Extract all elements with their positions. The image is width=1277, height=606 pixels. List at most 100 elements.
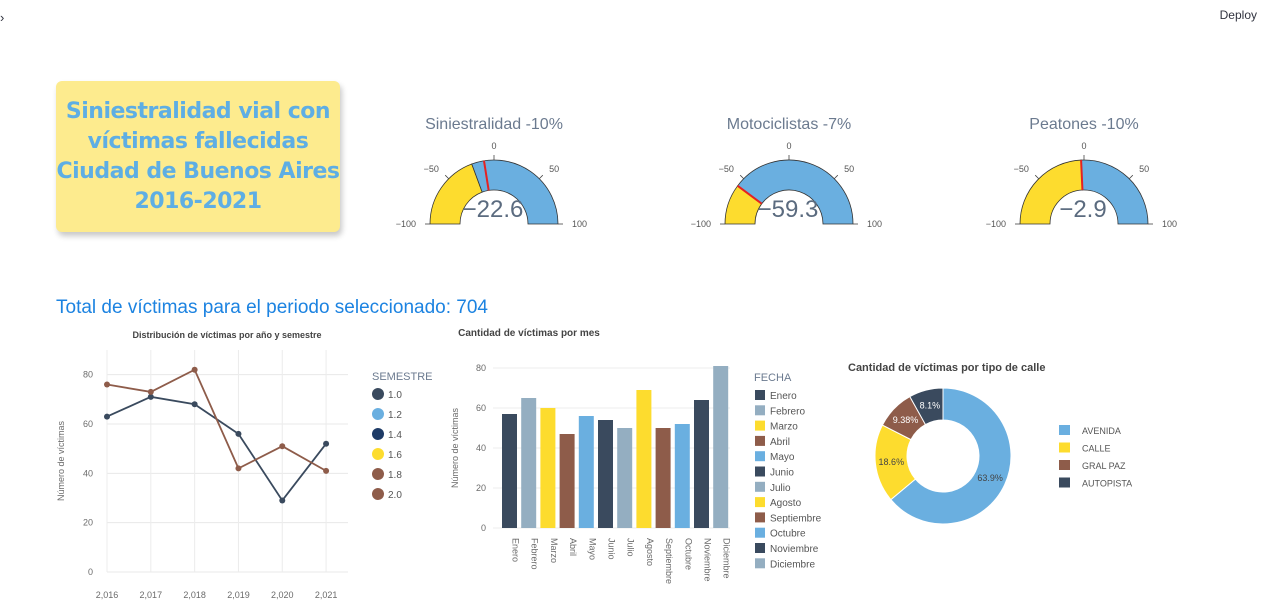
line-point xyxy=(235,465,242,472)
legend-label: Diciembre xyxy=(770,559,815,570)
legend-label: 1.8 xyxy=(388,470,402,481)
gauge-tick-label: −50 xyxy=(1014,164,1029,174)
line-point xyxy=(279,497,286,504)
gauge-tick-label: 100 xyxy=(572,219,587,229)
y-axis-label: Número de víctimas xyxy=(56,420,66,501)
legend-label: Febrero xyxy=(770,406,805,417)
legend-marker xyxy=(372,448,384,460)
x-tick-label: Mayo xyxy=(587,538,597,560)
legend-label: Abril xyxy=(770,437,790,448)
legend-marker xyxy=(1059,460,1070,470)
gauge-value: −2.9 xyxy=(1059,196,1107,223)
bar xyxy=(713,366,729,528)
bar xyxy=(598,420,613,528)
legend-label: 2.0 xyxy=(388,490,402,501)
gauge-tick-label: 50 xyxy=(844,164,854,174)
legend-marker xyxy=(372,428,384,440)
bar xyxy=(617,428,633,528)
legend-marker xyxy=(755,390,765,400)
bar xyxy=(694,400,709,528)
legend-marker xyxy=(755,405,765,416)
gauge-tick-label: 0 xyxy=(1081,141,1086,151)
y-tick-label: 0 xyxy=(88,567,93,577)
bar xyxy=(521,398,537,528)
x-tick-label: 2,021 xyxy=(315,590,338,600)
legend-marker xyxy=(755,481,765,492)
gauge-tick-label: −50 xyxy=(424,164,439,174)
line-point xyxy=(235,430,242,437)
bar xyxy=(540,408,556,528)
line-point xyxy=(323,467,330,474)
legend-label: Marzo xyxy=(770,422,798,433)
line-chart-title: Distribución de víctimas por año y semes… xyxy=(132,330,321,340)
gauge-tick xyxy=(1034,174,1040,180)
legend-marker xyxy=(755,543,765,553)
x-tick-label: 2,019 xyxy=(227,590,250,600)
gauge-value: −22.6 xyxy=(462,196,524,223)
gauge-tick-label: 0 xyxy=(491,141,496,151)
legend-marker xyxy=(755,466,765,477)
gauge-value: −59.3 xyxy=(757,196,819,223)
pie-slice-label: 18.6% xyxy=(879,457,905,467)
x-tick-label: Febrero xyxy=(530,538,540,570)
legend-label: 1.0 xyxy=(388,390,402,401)
x-tick-label: 2,016 xyxy=(96,590,119,600)
legend-marker xyxy=(755,435,765,446)
x-tick-label: 2,020 xyxy=(271,590,294,600)
legend-label: Mayo xyxy=(770,452,795,463)
x-tick-label: Marzo xyxy=(549,538,559,563)
x-tick-label: Septiembre xyxy=(664,538,674,584)
legend-marker xyxy=(755,451,765,462)
x-tick-label: Agosto xyxy=(645,538,655,566)
gauge-tick-label: 50 xyxy=(549,164,559,174)
legend-label: Septiembre xyxy=(770,513,822,524)
legend-marker xyxy=(372,468,384,480)
gauge-tick-label: 100 xyxy=(1162,219,1177,229)
gauge-tick xyxy=(833,174,839,180)
total-heading: Total de víctimas para el periodo selecc… xyxy=(56,297,488,318)
legend-marker xyxy=(755,512,765,523)
bar xyxy=(674,424,690,528)
gauge-tick xyxy=(444,174,450,180)
gauge-threshold xyxy=(1080,160,1084,191)
legend-marker xyxy=(1059,477,1070,488)
legend-marker xyxy=(372,488,384,500)
pie-chart-title: Cantidad de víctimas por tipo de calle xyxy=(848,362,1045,374)
x-tick-label: 2,018 xyxy=(183,590,206,600)
pie-slice-label: 8.1% xyxy=(920,401,941,411)
y-tick-label: 0 xyxy=(481,523,486,533)
x-tick-label: 2,017 xyxy=(140,590,163,600)
gauge-tick xyxy=(739,174,745,180)
y-tick-label: 40 xyxy=(476,443,486,453)
x-tick-label: Octubre xyxy=(683,538,693,570)
line-series xyxy=(106,395,327,503)
legend-marker xyxy=(755,497,765,508)
legend-marker xyxy=(372,388,384,400)
legend-label: AUTOPISTA xyxy=(1082,479,1132,489)
y-tick-label: 60 xyxy=(83,419,93,429)
pie-slice-label: 63.9% xyxy=(977,473,1003,483)
gauge-tick-label: −100 xyxy=(691,219,711,229)
legend-label: Noviembre xyxy=(770,544,819,555)
line-point xyxy=(104,381,110,388)
bar-chart-title: Cantidad de víctimas por mes xyxy=(458,328,600,339)
bar xyxy=(578,416,594,528)
legend-label: CALLE xyxy=(1082,444,1111,454)
x-tick-label: Enero xyxy=(511,538,521,562)
bar xyxy=(559,434,575,528)
line-series xyxy=(106,368,327,472)
legend-marker xyxy=(372,408,384,420)
legend-label: 1.6 xyxy=(388,450,402,461)
legend-label: 1.2 xyxy=(388,410,402,421)
bar xyxy=(655,428,671,528)
line-point xyxy=(279,443,286,450)
legend-label: Junio xyxy=(770,468,794,479)
gauge-tick xyxy=(538,174,544,180)
legend-label: Octubre xyxy=(770,529,806,540)
bar xyxy=(636,390,652,528)
line-point xyxy=(191,366,198,373)
y-tick-label: 20 xyxy=(476,483,486,493)
line-point xyxy=(104,413,110,420)
y-tick-label: 80 xyxy=(476,363,486,373)
legend-title: SEMESTRE xyxy=(372,371,433,383)
